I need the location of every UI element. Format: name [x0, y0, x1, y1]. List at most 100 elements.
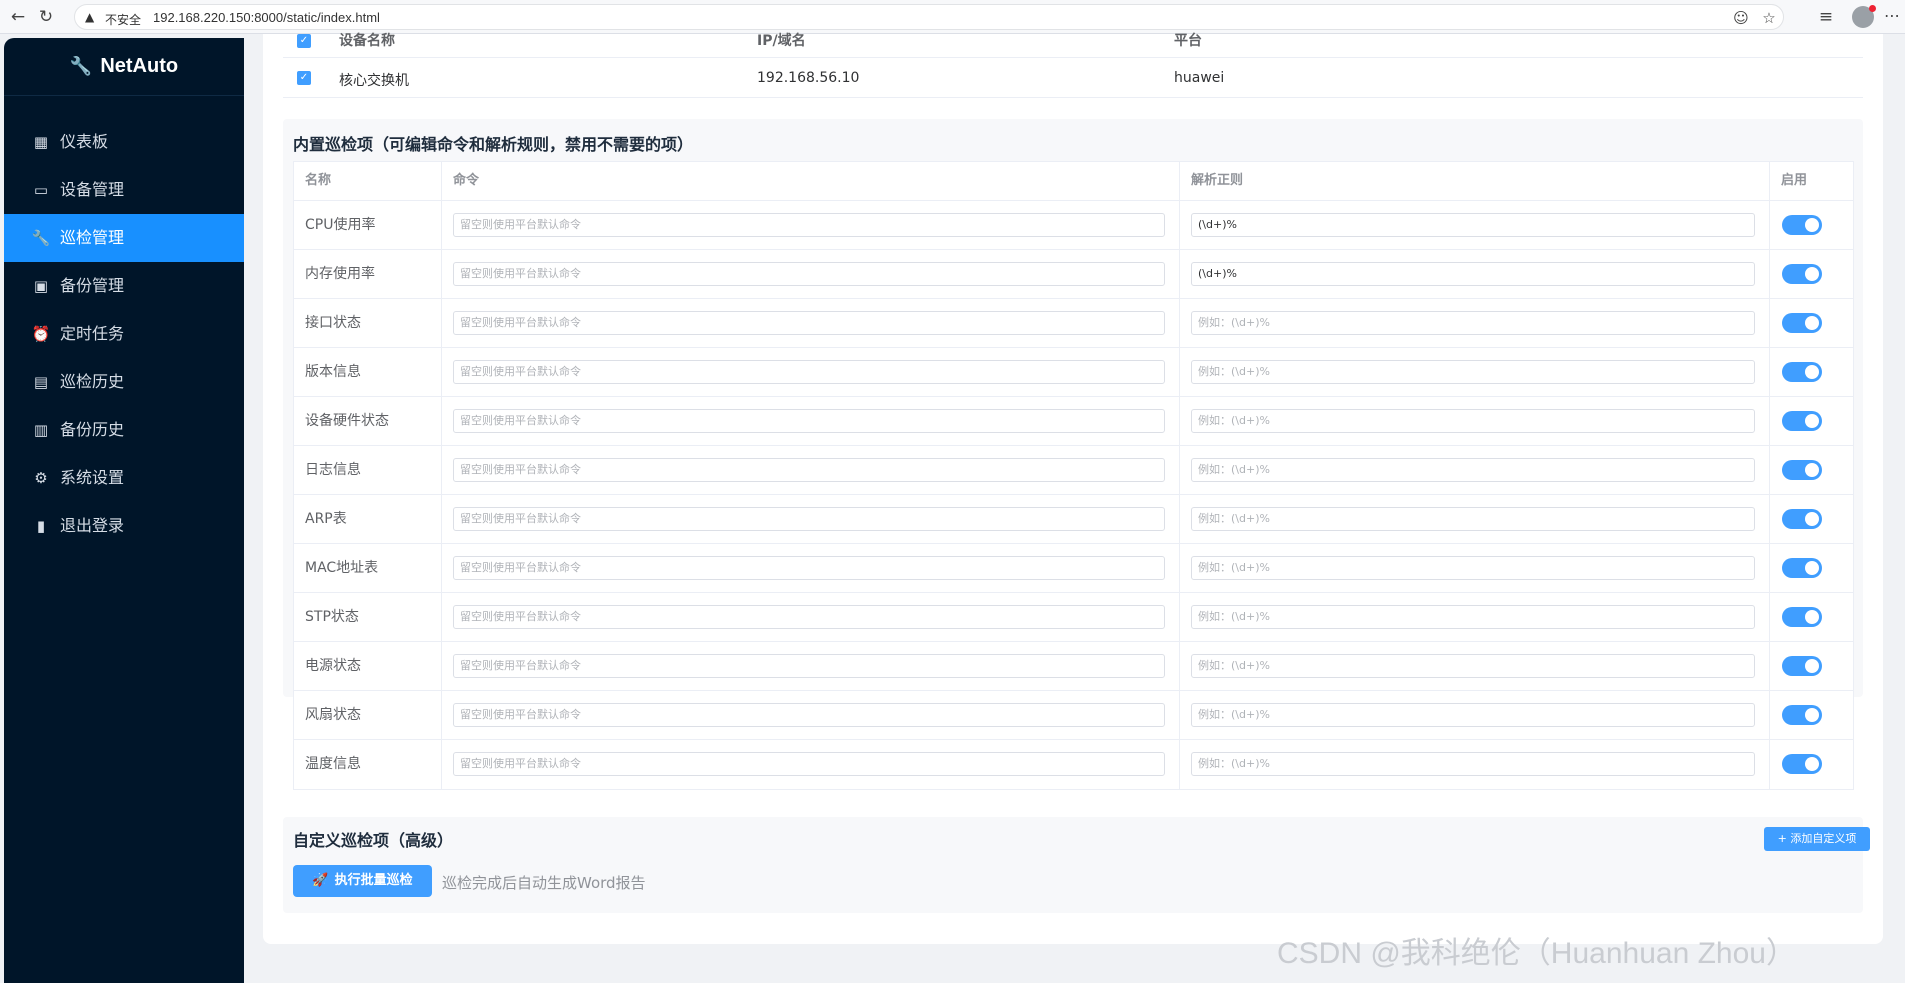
regex-input[interactable]: 例如：(\d+)% — [1191, 752, 1755, 776]
device-platform: huawei — [1174, 70, 1225, 86]
gear-icon: ⚙ — [34, 469, 48, 487]
command-input[interactable]: 留空则使用平台默认命令 — [453, 752, 1165, 776]
back-icon[interactable]: ← — [8, 7, 28, 27]
toggle-knob — [1805, 365, 1819, 379]
regex-input[interactable]: 例如：(\d+)% — [1191, 556, 1755, 580]
more-icon[interactable]: ⋯ — [1884, 6, 1900, 25]
wrench-icon: 🔧 — [69, 56, 93, 76]
enable-toggle[interactable] — [1782, 362, 1822, 382]
table-row: ARP表 留空则使用平台默认命令 例如：(\d+)% — [294, 495, 1853, 544]
run-batch-label: 执行批量巡检 — [334, 873, 413, 888]
enable-toggle[interactable] — [1782, 509, 1822, 529]
hint-text: 巡检完成后自动生成Word报告 — [442, 874, 646, 892]
favorites-icon[interactable]: ≡ — [1816, 7, 1836, 27]
address-bar[interactable]: ▲ 不安全 192.168.220.150:8000/static/index.… — [74, 4, 1784, 30]
notification-dot — [1869, 5, 1876, 12]
sidebar: 🔧 NetAuto ▦ 仪表板 ▭ 设备管理 🔧 巡检管理 ▣ 备份管理 ⏰ 定时任务 ▤ 巡检历史 ▥ 备… — [4, 38, 244, 983]
custom-title: 自定义巡检项（高级） — [293, 831, 454, 850]
toggle-knob — [1805, 463, 1819, 477]
door-icon: ▮ — [36, 517, 46, 535]
table-row: CPU使用率 留空则使用平台默认命令 (\d+)% — [294, 201, 1853, 250]
page-icon: ▥ — [33, 421, 49, 439]
regex-input[interactable]: 例如：(\d+)% — [1191, 360, 1755, 384]
item-name: 接口状态 — [294, 299, 442, 347]
url-text[interactable]: 192.168.220.150:8000/static/index.html — [153, 10, 380, 25]
command-input[interactable]: 留空则使用平台默认命令 — [453, 654, 1165, 678]
select-all-checkbox[interactable]: ✓ — [297, 34, 311, 48]
run-batch-button[interactable]: 🚀 执行批量巡检 — [293, 865, 432, 897]
enable-toggle[interactable] — [1782, 705, 1822, 725]
sidebar-item-2[interactable]: 🔧 巡检管理 — [4, 214, 244, 262]
command-input[interactable]: 留空则使用平台默认命令 — [453, 458, 1165, 482]
toggle-knob — [1805, 316, 1819, 330]
enable-toggle[interactable] — [1782, 460, 1822, 480]
sidebar-item-label: 定时任务 — [60, 324, 125, 343]
command-input[interactable]: 留空则使用平台默认命令 — [453, 507, 1165, 531]
command-input[interactable]: 留空则使用平台默认命令 — [453, 556, 1165, 580]
device-table: ✓ 设备名称 IP/域名 平台 ✓ 核心交换机 192.168.56.10 hu… — [283, 33, 1863, 98]
reader-icon[interactable]: ☺ — [1731, 8, 1751, 28]
regex-input[interactable]: 例如：(\d+)% — [1191, 507, 1755, 531]
enable-toggle[interactable] — [1782, 411, 1822, 431]
toggle-knob — [1805, 708, 1819, 722]
sidebar-item-7[interactable]: ⚙ 系统设置 — [4, 454, 244, 502]
col-ip: IP/域名 — [757, 33, 806, 49]
regex-input[interactable]: 例如：(\d+)% — [1191, 409, 1755, 433]
item-name: 电源状态 — [294, 642, 442, 690]
col-device-name: 设备名称 — [339, 33, 395, 49]
enable-toggle[interactable] — [1782, 607, 1822, 627]
table-row: 电源状态 留空则使用平台默认命令 例如：(\d+)% — [294, 642, 1853, 691]
insecure-label[interactable]: 不安全 — [105, 11, 141, 28]
regex-input[interactable]: 例如：(\d+)% — [1191, 458, 1755, 482]
item-name: ARP表 — [294, 495, 442, 543]
dashboard-icon: ▦ — [33, 133, 49, 151]
col-platform: 平台 — [1174, 33, 1202, 49]
regex-input[interactable]: 例如：(\d+)% — [1191, 311, 1755, 335]
command-input[interactable]: 留空则使用平台默认命令 — [453, 605, 1165, 629]
table-row: 日志信息 留空则使用平台默认命令 例如：(\d+)% — [294, 446, 1853, 495]
enable-toggle[interactable] — [1782, 754, 1822, 774]
col-name: 名称 — [294, 162, 442, 200]
command-input[interactable]: 留空则使用平台默认命令 — [453, 409, 1165, 433]
star-icon[interactable]: ☆ — [1759, 8, 1779, 28]
warning-icon[interactable]: ▲ — [85, 10, 94, 24]
command-input[interactable]: 留空则使用平台默认命令 — [453, 311, 1165, 335]
row-checkbox[interactable]: ✓ — [297, 71, 311, 85]
item-name: MAC地址表 — [294, 544, 442, 592]
enable-toggle[interactable] — [1782, 313, 1822, 333]
command-input[interactable]: 留空则使用平台默认命令 — [453, 703, 1165, 727]
regex-input[interactable]: (\d+)% — [1191, 213, 1755, 237]
command-input[interactable]: 留空则使用平台默认命令 — [453, 262, 1165, 286]
app-logo[interactable]: 🔧 NetAuto — [4, 38, 244, 96]
table-row: MAC地址表 留空则使用平台默认命令 例如：(\d+)% — [294, 544, 1853, 593]
enable-toggle[interactable] — [1782, 264, 1822, 284]
table-row[interactable]: ✓ 核心交换机 192.168.56.10 huawei — [283, 58, 1863, 98]
builtin-table-header: 名称 命令 解析正则 启用 — [294, 162, 1853, 201]
item-name: 风扇状态 — [294, 691, 442, 739]
sidebar-item-3[interactable]: ▣ 备份管理 — [4, 262, 244, 310]
sidebar-item-label: 设备管理 — [60, 180, 125, 199]
enable-toggle[interactable] — [1782, 656, 1822, 676]
command-input[interactable]: 留空则使用平台默认命令 — [453, 213, 1165, 237]
reload-icon[interactable]: ↻ — [36, 7, 56, 27]
regex-input[interactable]: 例如：(\d+)% — [1191, 654, 1755, 678]
regex-input[interactable]: 例如：(\d+)% — [1191, 703, 1755, 727]
enable-toggle[interactable] — [1782, 558, 1822, 578]
sidebar-item-label: 备份管理 — [60, 276, 125, 295]
regex-input[interactable]: (\d+)% — [1191, 262, 1755, 286]
enable-toggle[interactable] — [1782, 215, 1822, 235]
command-input[interactable]: 留空则使用平台默认命令 — [453, 360, 1165, 384]
sidebar-item-8[interactable]: ▮ 退出登录 — [4, 502, 244, 550]
sidebar-item-6[interactable]: ▥ 备份历史 — [4, 406, 244, 454]
main-card: ✓ 设备名称 IP/域名 平台 ✓ 核心交换机 192.168.56.10 hu… — [263, 33, 1883, 944]
add-custom-button[interactable]: + 添加自定义项 — [1764, 827, 1870, 851]
item-name: 版本信息 — [294, 348, 442, 396]
sidebar-item-4[interactable]: ⏰ 定时任务 — [4, 310, 244, 358]
sidebar-item-0[interactable]: ▦ 仪表板 — [4, 118, 244, 166]
sidebar-item-5[interactable]: ▤ 巡检历史 — [4, 358, 244, 406]
sidebar-item-1[interactable]: ▭ 设备管理 — [4, 166, 244, 214]
toggle-knob — [1805, 267, 1819, 281]
sidebar-item-label: 仪表板 — [60, 132, 109, 151]
regex-input[interactable]: 例如：(\d+)% — [1191, 605, 1755, 629]
toggle-knob — [1805, 218, 1819, 232]
